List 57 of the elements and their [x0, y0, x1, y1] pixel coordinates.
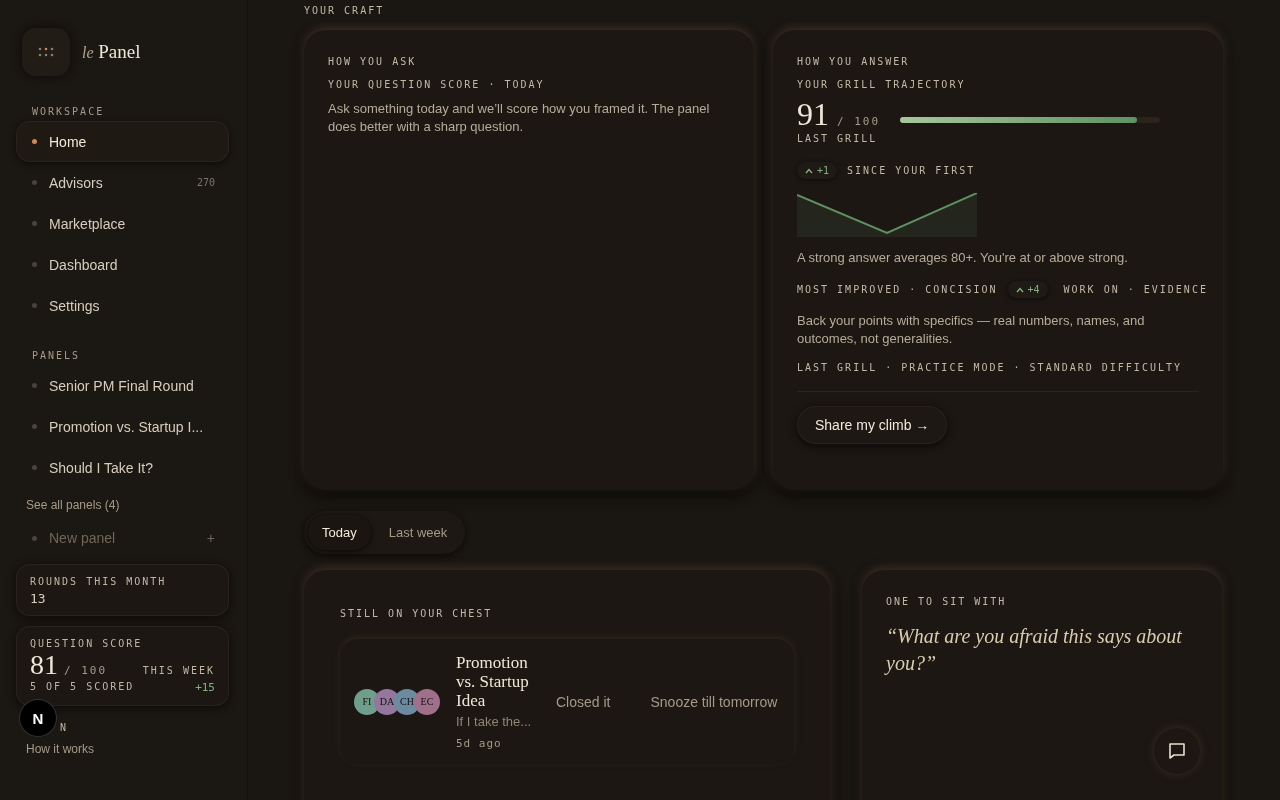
stat-label: ROUNDS THIS MONTH: [30, 576, 168, 587]
card-title: YOUR QUESTION SCORE · TODAY: [328, 79, 546, 90]
card-body: A strong answer averages 80+. You're at or above strong.: [797, 249, 1129, 267]
panel-item[interactable]: Should I Take It?: [16, 447, 229, 488]
card-title: YOUR GRILL TRAJECTORY: [797, 79, 967, 90]
chest-item[interactable]: FI DA CH EC Promotion vs. Startup Idea If I take the... 5d ago Closed it Snooze till tomorrow: [340, 639, 794, 764]
dev-badge[interactable]: N: [20, 700, 56, 736]
improved-label: MOST IMPROVED · CONCISION: [797, 284, 998, 295]
section-label: PANELS: [32, 350, 82, 361]
item-excerpt: If I take the...: [456, 713, 533, 731]
advice-text: Back your points with specifics — real numbers, names, and outcomes, not generalities.: [797, 312, 1146, 348]
panel-item[interactable]: Senior PM Final Round: [16, 365, 229, 406]
how-it-works-link[interactable]: How it works: [26, 742, 229, 756]
section-label: YOUR CRAFT: [304, 5, 386, 16]
card-title: STILL ON YOUR CHEST: [340, 608, 494, 619]
scored-label: 5 OF 5 SCORED: [30, 681, 135, 694]
caret-up-icon: [1015, 286, 1024, 293]
delta-pill: +4: [1007, 281, 1048, 298]
panel-item[interactable]: Promotion vs. Startup I...: [16, 406, 229, 447]
nav-item[interactable]: Settings: [16, 285, 229, 326]
delta-pill: +1: [797, 162, 838, 179]
nav-item[interactable]: Home: [16, 121, 229, 162]
stat-value: 13: [30, 591, 47, 606]
quote-text: “What are you afraid this says about you?”: [886, 624, 1183, 677]
delta-label: +15: [195, 681, 215, 694]
item-title: Promotion vs. Startup Idea: [456, 653, 530, 710]
nav-item[interactable]: Dashboard: [16, 244, 229, 285]
score-value: 91: [797, 96, 829, 133]
card-body: Ask something today and we’ll score how you framed it. The panel does better with a sharp question.: [328, 100, 711, 136]
card-eyebrow: ONE TO SIT WITH: [886, 596, 1008, 607]
logo-icon: [22, 28, 70, 76]
tab[interactable]: Today: [308, 515, 371, 550]
score-max: / 100: [837, 115, 881, 128]
see-all-link[interactable]: See all panels (4): [26, 498, 229, 512]
card-eyebrow: HOW YOU ASK: [328, 56, 418, 67]
logo-wordmark[interactable]: le Panel: [82, 41, 141, 63]
avatar: EC: [414, 688, 440, 715]
share-button[interactable]: Share my climb →: [797, 406, 948, 444]
stat-label: QUESTION SCORE: [30, 638, 144, 649]
section-label: N: [60, 721, 69, 733]
action-button[interactable]: Closed it: [556, 689, 611, 714]
since-label: SINCE YOUR FIRST: [847, 165, 976, 176]
score-label: LAST GRILL: [797, 133, 879, 144]
nav-item[interactable]: Advisors 270: [16, 162, 229, 203]
section-label: WORKSPACE: [32, 106, 106, 117]
score-max: / 100: [64, 664, 108, 677]
count-label: 270: [196, 177, 215, 188]
action-button[interactable]: Snooze till tomorrow: [650, 689, 778, 714]
tab[interactable]: Last week: [374, 515, 462, 550]
score-value: 81: [30, 649, 58, 681]
period-label: THIS WEEK: [142, 665, 215, 676]
work-on-label: WORK ON · EVIDENCE: [1063, 284, 1208, 295]
card-eyebrow: HOW YOU ANSWER: [797, 56, 911, 67]
item-age: 5d ago: [456, 737, 503, 750]
caret-up-icon: [805, 167, 813, 174]
nav-item[interactable]: Marketplace: [16, 203, 229, 244]
meta-label: LAST GRILL · PRACTICE MODE · STANDARD DIFFICULTY: [797, 362, 1199, 392]
